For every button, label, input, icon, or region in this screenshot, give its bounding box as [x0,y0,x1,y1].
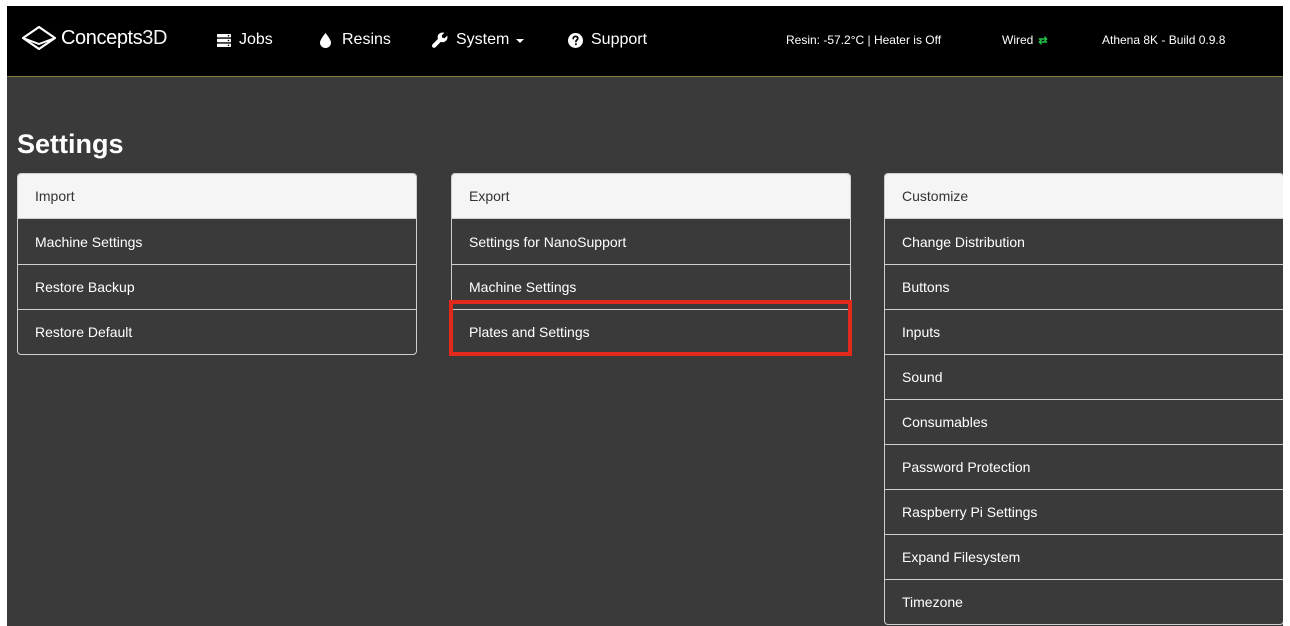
import-machine-settings[interactable]: Machine Settings [18,219,416,264]
export-panel-heading: Export [452,174,850,219]
customize-panel: Customize Change Distribution Buttons In… [884,173,1283,625]
nav-system-label: System [456,31,510,48]
customize-timezone[interactable]: Timezone [885,579,1283,624]
export-machine-settings[interactable]: Machine Settings [452,264,850,309]
concepts3d-logo-icon [21,25,57,51]
import-restore-default[interactable]: Restore Default [18,309,416,354]
exchange-arrows-icon: ⇄ [1038,35,1047,47]
customize-raspberry-pi-settings[interactable]: Raspberry Pi Settings [885,489,1283,534]
customize-consumables[interactable]: Consumables [885,399,1283,444]
nav-support[interactable]: Support [568,30,647,50]
customize-panel-heading: Customize [885,174,1283,219]
network-status-label: Wired [1002,33,1034,47]
nav-resins-label: Resins [342,31,391,48]
build-version: Athena 8K - Build 0.9.8 [1102,33,1226,47]
brand-name: Concepts3D [61,26,168,49]
export-settings-for-nanosupport[interactable]: Settings for NanoSupport [452,219,850,264]
top-navbar: Concepts3D Jobs Resins System Support Re… [7,6,1283,77]
customize-sound[interactable]: Sound [885,354,1283,399]
customize-password-protection[interactable]: Password Protection [885,444,1283,489]
nav-jobs-label: Jobs [239,31,273,48]
export-panel: Export Settings for NanoSupport Machine … [451,173,851,355]
import-panel-heading: Import [18,174,416,219]
server-icon [217,33,231,47]
wrench-icon [432,32,448,48]
nav-jobs[interactable]: Jobs [217,30,273,50]
customize-change-distribution[interactable]: Change Distribution [885,219,1283,264]
customize-buttons[interactable]: Buttons [885,264,1283,309]
app-window: Concepts3D Jobs Resins System Support Re… [7,6,1283,626]
customize-expand-filesystem[interactable]: Expand Filesystem [885,534,1283,579]
customize-inputs[interactable]: Inputs [885,309,1283,354]
import-restore-backup[interactable]: Restore Backup [18,264,416,309]
resin-heater-status: Resin: -57.2°C | Heater is Off [786,33,942,47]
import-panel: Import Machine Settings Restore Backup R… [17,173,417,355]
nav-support-label: Support [591,31,648,48]
chevron-down-icon [516,39,525,43]
brand-logo[interactable]: Concepts3D [20,24,167,52]
nav-resins[interactable]: Resins [320,30,391,50]
nav-system-dropdown[interactable]: System [432,30,525,50]
export-plates-and-settings[interactable]: Plates and Settings [452,309,850,354]
page-title: Settings [17,129,124,159]
droplet-icon [320,32,331,48]
network-status: Wired ⇄ [1002,33,1048,47]
question-circle-icon [568,32,583,48]
